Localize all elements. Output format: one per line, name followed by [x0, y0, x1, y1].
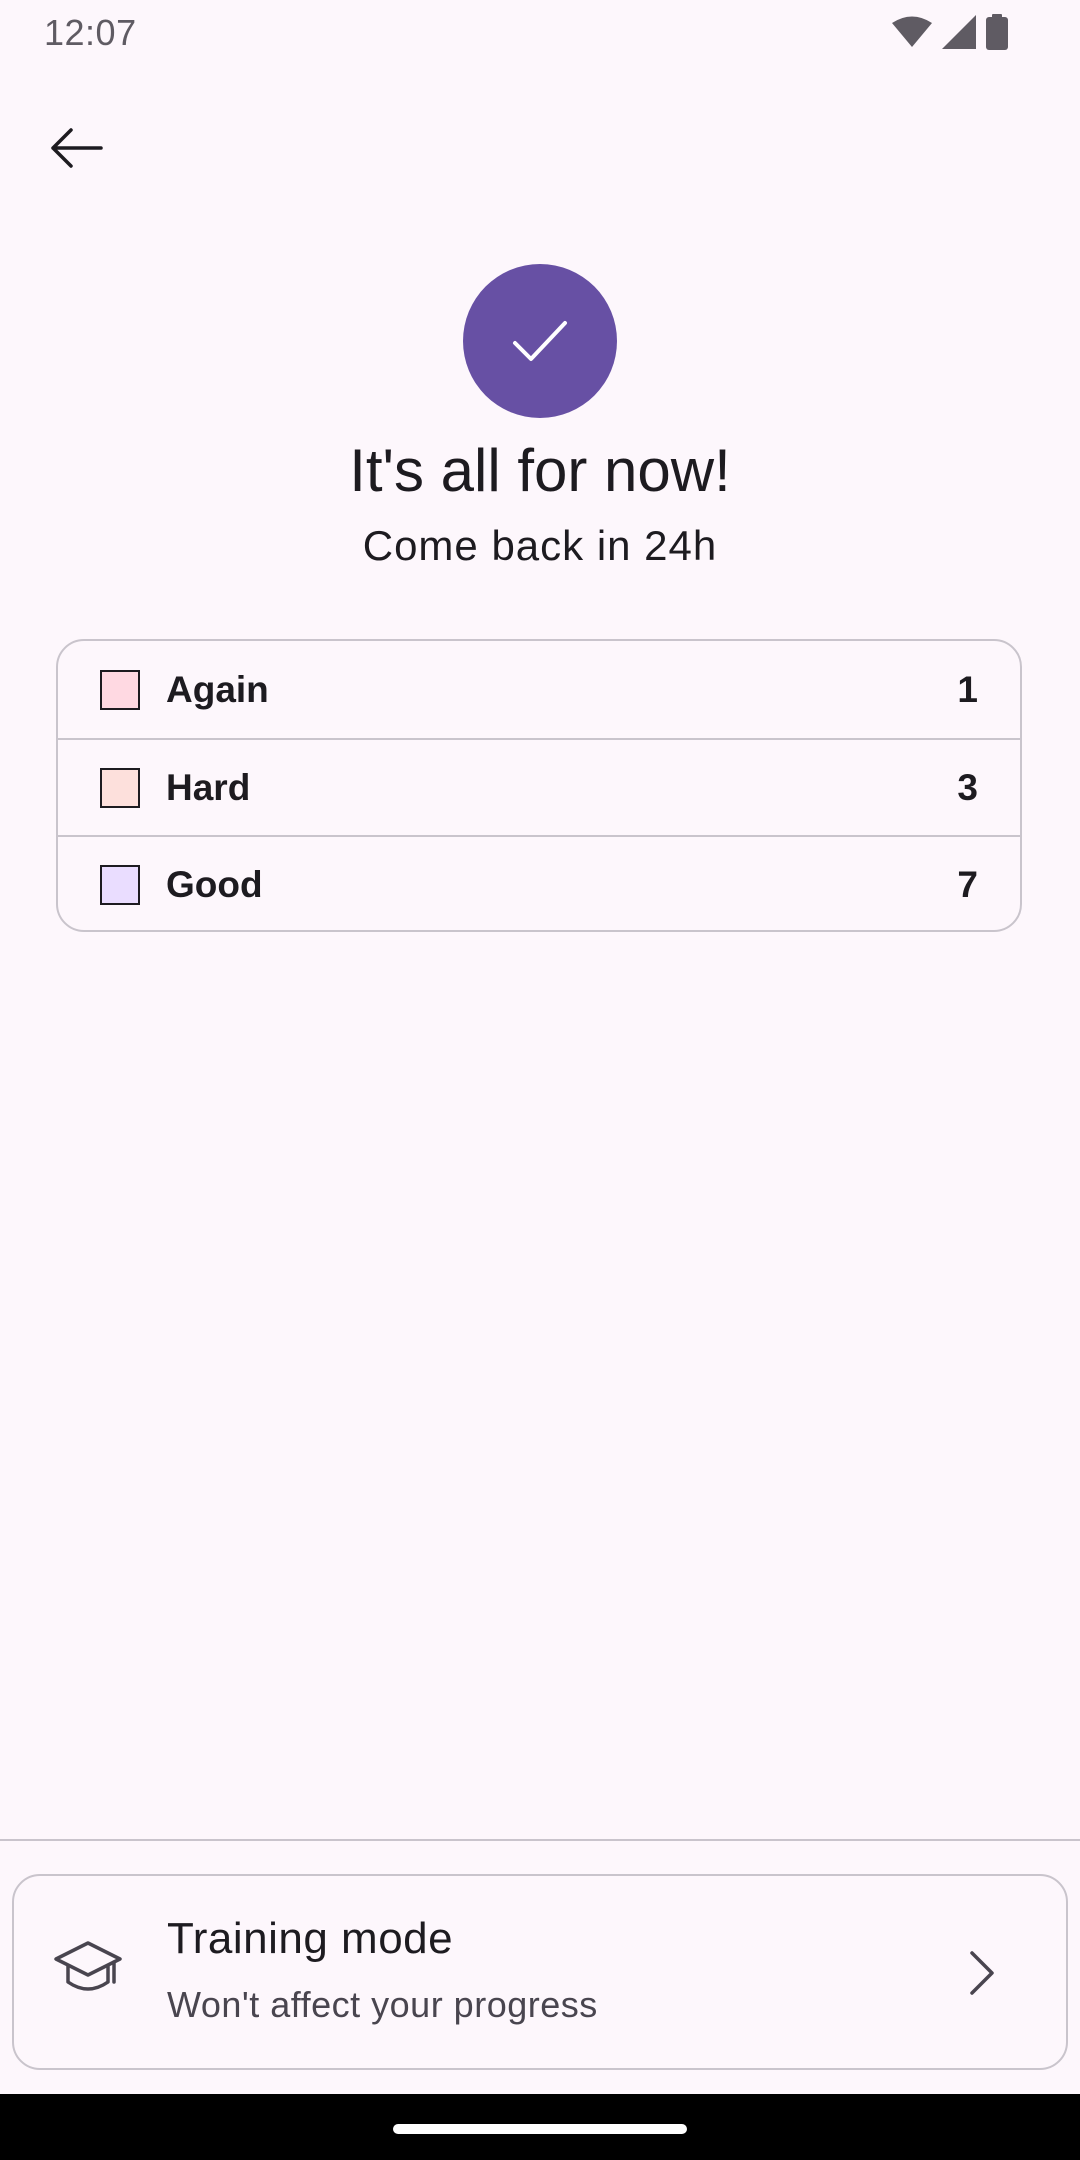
result-label: Hard [166, 766, 251, 808]
result-label: Good [166, 863, 263, 905]
again-color-swatch [100, 669, 140, 710]
status-icons [892, 14, 1008, 50]
results-summary: Again 1 Hard 3 Good 7 [56, 639, 1022, 932]
training-mode-subtitle: Won't affect your progress [167, 1984, 598, 2025]
training-mode-title: Training mode [167, 1914, 454, 1963]
hard-color-swatch [100, 767, 140, 808]
result-row-good: Good 7 [58, 835, 1020, 930]
good-color-swatch [100, 864, 140, 905]
result-count: 7 [957, 863, 978, 905]
completion-badge [463, 264, 617, 418]
check-icon [513, 321, 567, 361]
system-nav-bar [0, 2094, 1080, 2160]
status-bar: 12:07 [0, 0, 1080, 64]
arrow-back-icon [51, 128, 103, 168]
result-count: 1 [957, 668, 978, 710]
back-button[interactable] [36, 108, 116, 188]
completion-subtitle: Come back in 24h [362, 522, 718, 569]
result-row-again: Again 1 [58, 641, 1020, 738]
training-mode-button[interactable]: Training mode Won't affect your progress [12, 1874, 1068, 2070]
divider [0, 1839, 1080, 1841]
chevron-right-icon [970, 1951, 994, 1995]
wifi-icon [892, 16, 932, 47]
home-gesture-handle[interactable] [393, 2124, 687, 2134]
battery-icon [986, 14, 1008, 50]
result-row-hard: Hard 3 [58, 738, 1020, 835]
graduation-cap-icon [54, 1941, 122, 1991]
result-count: 3 [957, 766, 978, 808]
cellular-signal-icon [942, 15, 976, 49]
status-time: 12:07 [44, 12, 137, 53]
completion-title: It's all for now! [349, 437, 731, 504]
result-label: Again [166, 668, 269, 710]
